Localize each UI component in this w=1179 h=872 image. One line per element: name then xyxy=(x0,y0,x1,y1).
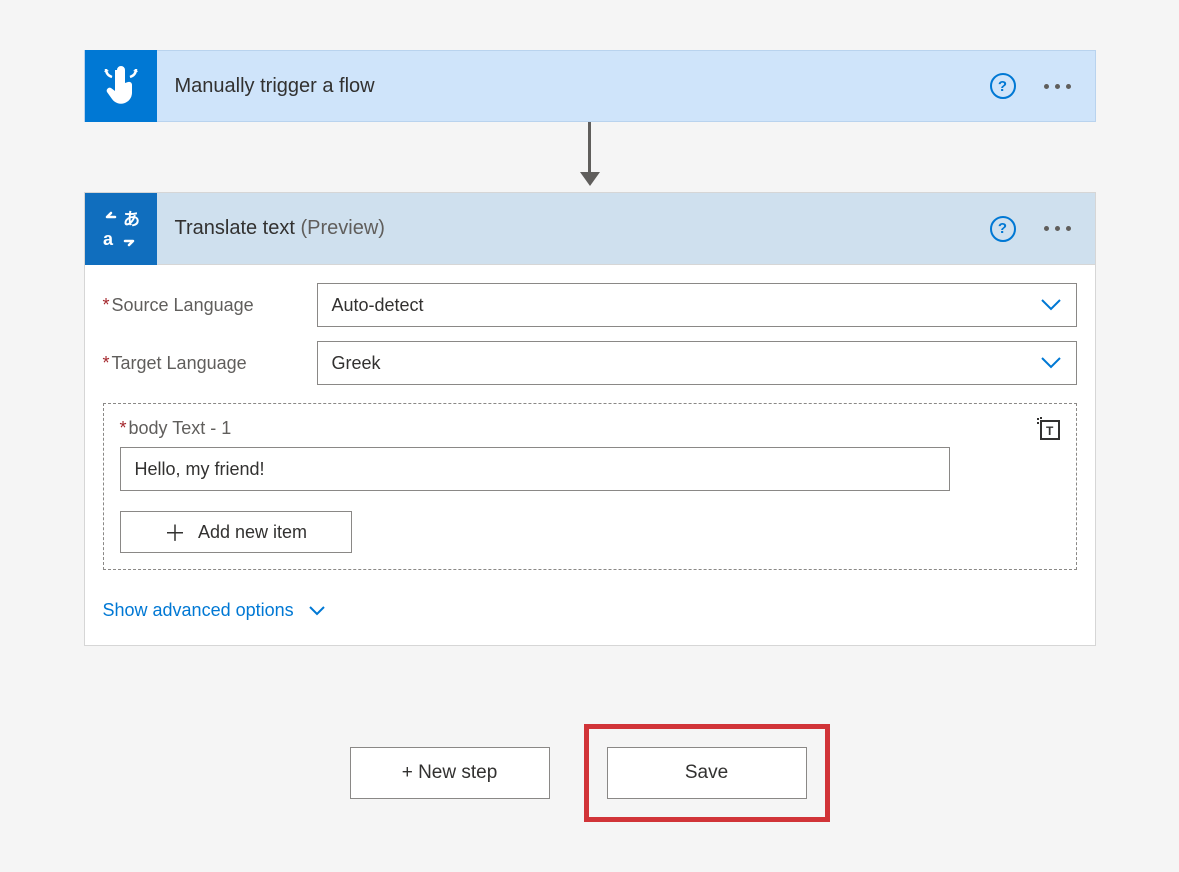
source-language-label: *Source Language xyxy=(103,295,317,316)
footer-actions: + New step Save xyxy=(84,724,1096,822)
target-language-row: *Target Language Greek xyxy=(103,341,1077,385)
action-header[interactable]: あ a Translate text (Preview) ? xyxy=(85,193,1095,265)
plus-icon: ＋ xyxy=(164,516,186,548)
source-language-select[interactable]: Auto-detect xyxy=(317,283,1077,327)
target-language-label: *Target Language xyxy=(103,353,317,374)
action-title-text: Translate text xyxy=(175,217,295,239)
source-language-value: Auto-detect xyxy=(332,295,424,316)
chevron-down-icon xyxy=(1040,298,1062,312)
preview-tag: (Preview) xyxy=(300,217,384,239)
help-icon[interactable]: ? xyxy=(990,73,1016,99)
advanced-options-label: Show advanced options xyxy=(103,600,294,621)
body-text-group: *body Text - 1 T ＋ Add new item xyxy=(103,403,1077,570)
chevron-down-icon xyxy=(1040,356,1062,370)
svg-text:a: a xyxy=(103,229,114,249)
dynamic-content-icon[interactable]: T xyxy=(1036,416,1062,447)
chevron-down-icon xyxy=(308,605,326,617)
add-item-label: Add new item xyxy=(198,522,307,543)
show-advanced-options[interactable]: Show advanced options xyxy=(85,580,1095,645)
more-menu-icon[interactable] xyxy=(1044,226,1071,231)
trigger-card[interactable]: Manually trigger a flow ? xyxy=(84,50,1096,122)
more-menu-icon[interactable] xyxy=(1044,84,1071,89)
manual-trigger-icon xyxy=(85,50,157,122)
translator-icon: あ a xyxy=(85,193,157,265)
target-language-value: Greek xyxy=(332,353,381,374)
body-text-label: *body Text - 1 xyxy=(120,418,1060,439)
svg-text:あ: あ xyxy=(123,210,140,229)
save-highlight-box: Save xyxy=(584,724,830,822)
svg-text:T: T xyxy=(1046,424,1054,438)
action-card: あ a Translate text (Preview) ? *Source L… xyxy=(84,192,1096,646)
flow-connector xyxy=(84,122,1096,192)
target-language-select[interactable]: Greek xyxy=(317,341,1077,385)
add-new-item-button[interactable]: ＋ Add new item xyxy=(120,511,352,553)
help-icon[interactable]: ? xyxy=(990,216,1016,242)
trigger-title: Manually trigger a flow xyxy=(175,75,375,98)
new-step-button[interactable]: + New step xyxy=(350,747,550,799)
save-button[interactable]: Save xyxy=(607,747,807,799)
body-text-input[interactable] xyxy=(120,447,950,491)
action-title: Translate text (Preview) xyxy=(175,217,385,240)
source-language-row: *Source Language Auto-detect xyxy=(103,283,1077,327)
